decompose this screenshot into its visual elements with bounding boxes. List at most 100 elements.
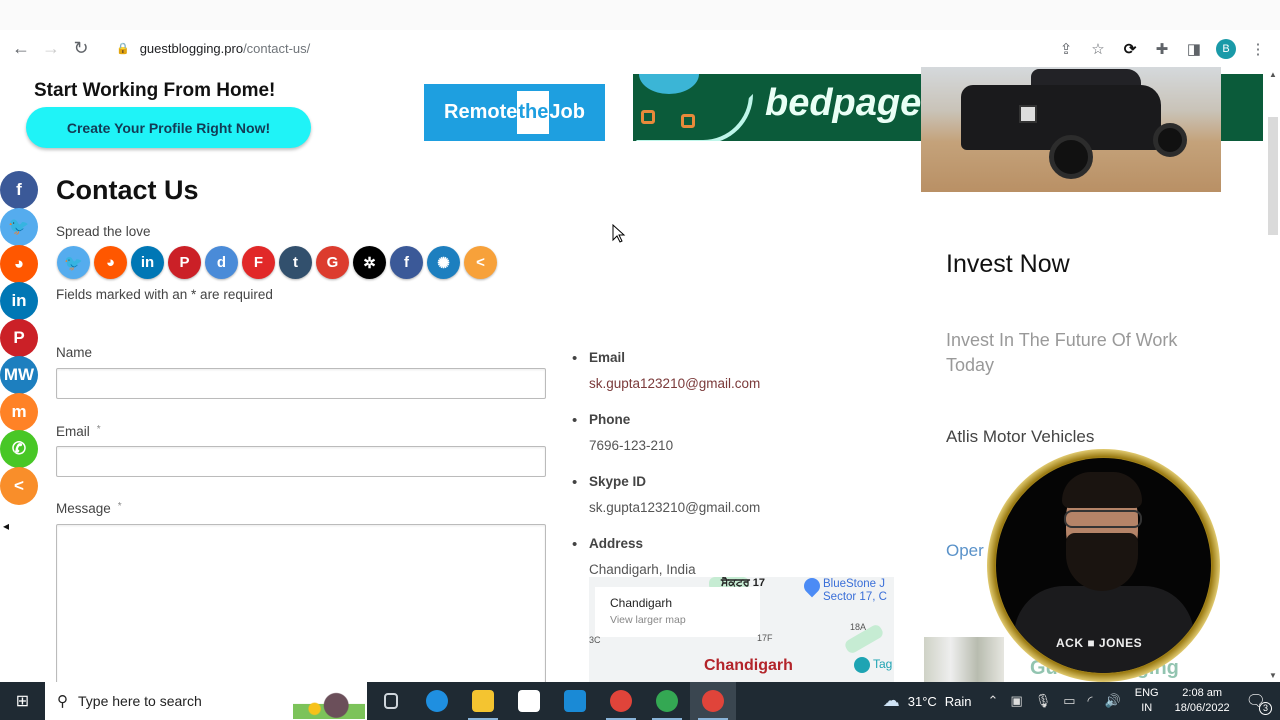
taskbar-search-box[interactable]: ⚲ Type here to search: [45, 682, 367, 720]
forward-button[interactable]: →: [36, 34, 66, 64]
embedded-map[interactable]: Chandigarh View larger map ਸੈਕਟਰ 17 3C 1…: [589, 577, 894, 682]
start-button[interactable]: ⊞: [0, 682, 45, 720]
sidebar-atlis-link[interactable]: Atlis Motor Vehicles: [946, 427, 1094, 447]
wifi-icon[interactable]: ◜: [1088, 693, 1093, 709]
taskbar-app-store[interactable]: [506, 682, 552, 720]
microphone-icon[interactable]: 🎙: [1035, 693, 1052, 709]
ad-decoration: [681, 114, 695, 128]
extensions-button[interactable]: ✚: [1146, 34, 1178, 64]
float-reddit-button[interactable]: ◕: [0, 245, 38, 283]
truck-wheel: [1049, 135, 1093, 179]
ad-decoration: [639, 74, 699, 94]
money-ad-image[interactable]: [924, 637, 1004, 682]
share-mix-button[interactable]: ✲: [353, 246, 386, 279]
bookmark-button[interactable]: ☆: [1082, 34, 1114, 64]
profile-button[interactable]: B: [1210, 34, 1242, 64]
message-label-text: Message: [56, 501, 111, 516]
taskbar-app-task-view[interactable]: [368, 682, 414, 720]
share-tumblr-button[interactable]: t: [279, 246, 312, 279]
share-twitter-button[interactable]: 🐦: [57, 246, 90, 279]
weather-temp[interactable]: 31°C: [908, 694, 937, 709]
contact-key: Address: [589, 536, 644, 551]
show-hidden-icons-chevron-icon[interactable]: ⌃: [988, 693, 999, 709]
notification-center-button[interactable]: 🗨 3: [1246, 691, 1272, 715]
name-label-text: Name: [56, 345, 93, 360]
contact-value: sk.gupta123210@gmail.com: [589, 500, 761, 515]
float-mix-button[interactable]: m: [0, 393, 38, 431]
windows-taskbar: ⊞ ⚲ Type here to search ☁ 31°C Rain ⌃ ▣ …: [0, 682, 1280, 720]
message-label: Message *: [56, 501, 122, 516]
ad-decoration: [641, 110, 655, 124]
camera-icon[interactable]: ▣: [1010, 693, 1022, 709]
chrome-1-icon: [610, 690, 632, 712]
map-label: Tag: [873, 657, 893, 671]
weather-cloud-rain-icon: ☁: [882, 691, 900, 710]
float-linkedin-button[interactable]: in: [0, 282, 38, 320]
required-asterisk: *: [117, 501, 122, 512]
google-icon: G: [326, 254, 339, 271]
ad-work-from-home-title: Start Working From Home!: [34, 80, 276, 101]
taskbar-app-chrome-1[interactable]: [598, 682, 644, 720]
map-music-poi-icon[interactable]: [854, 657, 870, 673]
message-textarea[interactable]: [56, 524, 546, 682]
share-more-button[interactable]: <: [464, 246, 497, 279]
ad-text: Job: [549, 101, 585, 123]
page-scrollbar[interactable]: ▲ ▼: [1266, 67, 1280, 682]
battery-plug-icon[interactable]: ▭: [1063, 693, 1075, 709]
scroll-down-icon[interactable]: ▼: [1269, 671, 1277, 680]
taskbar-app-file-explorer[interactable]: [460, 682, 506, 720]
lang-region: IN: [1141, 702, 1153, 714]
weather-desc[interactable]: Rain: [945, 694, 972, 709]
taskbar-app-mail[interactable]: [552, 682, 598, 720]
map-poi[interactable]: BlueStone J Sector 17, C: [823, 578, 887, 604]
share-google-button[interactable]: G: [316, 246, 349, 279]
share-flipboard-button[interactable]: F: [242, 246, 275, 279]
taskbar-app-chrome-2[interactable]: [644, 682, 690, 720]
float-twitter-button[interactable]: 🐦: [0, 208, 38, 246]
chrome-2-icon: [656, 690, 678, 712]
contact-key: Skype ID: [589, 474, 647, 489]
volume-icon[interactable]: 🔊: [1105, 693, 1121, 709]
taskbar-clock[interactable]: 2:08 am 18/06/2022: [1175, 686, 1230, 716]
scroll-up-icon[interactable]: ▲: [1269, 70, 1277, 79]
browser-menu-button[interactable]: ⋮: [1242, 34, 1274, 64]
twitter-icon: 🐦: [64, 254, 83, 272]
share-linkedin-button[interactable]: in: [131, 246, 164, 279]
share-ok-button[interactable]: ✺: [427, 246, 460, 279]
sidebar-open-link[interactable]: Oper: [946, 541, 984, 561]
map-pin-icon[interactable]: [800, 577, 824, 598]
sync-extension-button[interactable]: ⟳: [1114, 34, 1146, 64]
view-larger-map-link[interactable]: View larger map: [610, 614, 686, 626]
share-pinterest-button[interactable]: P: [168, 246, 201, 279]
reload-button[interactable]: ↻: [66, 34, 96, 64]
pinterest-icon: P: [13, 328, 25, 347]
name-input[interactable]: [56, 368, 546, 399]
taskbar-app-chrome-3[interactable]: [690, 682, 736, 720]
address-bar[interactable]: 🔒 guestblogging.pro/contact-us/: [116, 41, 310, 56]
float-mewe-button[interactable]: MW: [0, 356, 38, 394]
facebook-icon: f: [16, 180, 22, 199]
share-reddit-button[interactable]: ◕: [94, 246, 127, 279]
email-input[interactable]: [56, 446, 546, 477]
create-profile-button[interactable]: Create Your Profile Right Now!: [26, 107, 311, 148]
collapse-share-bar-icon[interactable]: ◂: [3, 519, 9, 533]
back-button[interactable]: ←: [6, 34, 36, 64]
input-language[interactable]: ENG IN: [1135, 686, 1159, 716]
float-more-button[interactable]: <: [0, 467, 38, 505]
contact-value[interactable]: sk.gupta123210@gmail.com: [589, 376, 760, 391]
truck-ad-image[interactable]: [921, 67, 1221, 192]
scrollbar-thumb[interactable]: [1268, 117, 1278, 235]
float-pinterest-button[interactable]: P: [0, 319, 38, 357]
side-panel-button[interactable]: ◨: [1178, 34, 1210, 64]
search-placeholder: Type here to search: [78, 693, 202, 709]
float-whatsapp-button[interactable]: ✆: [0, 430, 38, 468]
share-page-button[interactable]: ⇪: [1050, 34, 1082, 64]
mix-icon: ✲: [363, 254, 376, 272]
twitter-icon: 🐦: [8, 217, 30, 236]
share-diigo-button[interactable]: d: [205, 246, 238, 279]
share-facebook-button[interactable]: f: [390, 246, 423, 279]
remote-the-job-ad[interactable]: Remote the Job: [424, 84, 605, 141]
whatsapp-icon: ✆: [11, 439, 27, 458]
float-facebook-button[interactable]: f: [0, 171, 38, 209]
taskbar-app-edge[interactable]: [414, 682, 460, 720]
